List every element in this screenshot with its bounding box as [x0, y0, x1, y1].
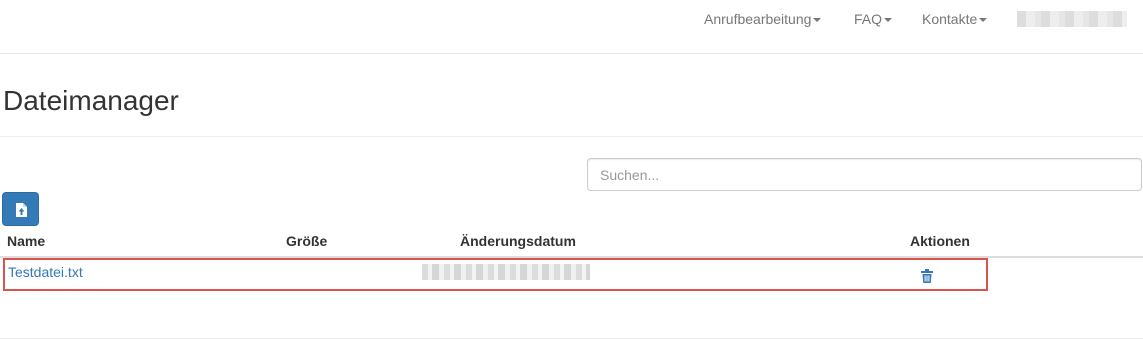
divider	[0, 338, 1143, 339]
divider	[0, 136, 1143, 137]
nav-label: Anrufbearbeitung	[704, 11, 812, 27]
caret-down-icon	[979, 18, 988, 23]
column-header-actions: Aktionen	[910, 233, 970, 249]
page-title: Dateimanager	[3, 85, 179, 116]
upload-file-button[interactable]	[2, 192, 39, 226]
search-input[interactable]	[587, 158, 1142, 191]
nav-anrufbearbeitung-dropdown[interactable]: Anrufbearbeitung	[704, 10, 822, 28]
nav-kontakte-dropdown[interactable]: Kontakte	[922, 10, 988, 28]
file-upload-icon	[16, 203, 27, 217]
nav-label: Kontakte	[922, 11, 978, 27]
nav-label: FAQ	[854, 11, 883, 27]
caret-down-icon	[813, 18, 822, 23]
caret-down-icon	[884, 18, 893, 23]
file-link[interactable]: Testdatei.txt	[8, 263, 83, 281]
navbar: Anrufbearbeitung FAQ Kontakte	[0, 0, 1143, 54]
column-header-size[interactable]: Größe	[286, 232, 327, 250]
user-menu-redacted[interactable]	[1017, 11, 1127, 27]
modified-date-redacted	[422, 264, 590, 280]
column-header-modified[interactable]: Änderungsdatum	[460, 232, 576, 250]
nav-faq-dropdown[interactable]: FAQ	[854, 10, 893, 28]
trash-icon[interactable]	[921, 269, 933, 283]
column-header-name[interactable]: Name	[7, 232, 45, 250]
